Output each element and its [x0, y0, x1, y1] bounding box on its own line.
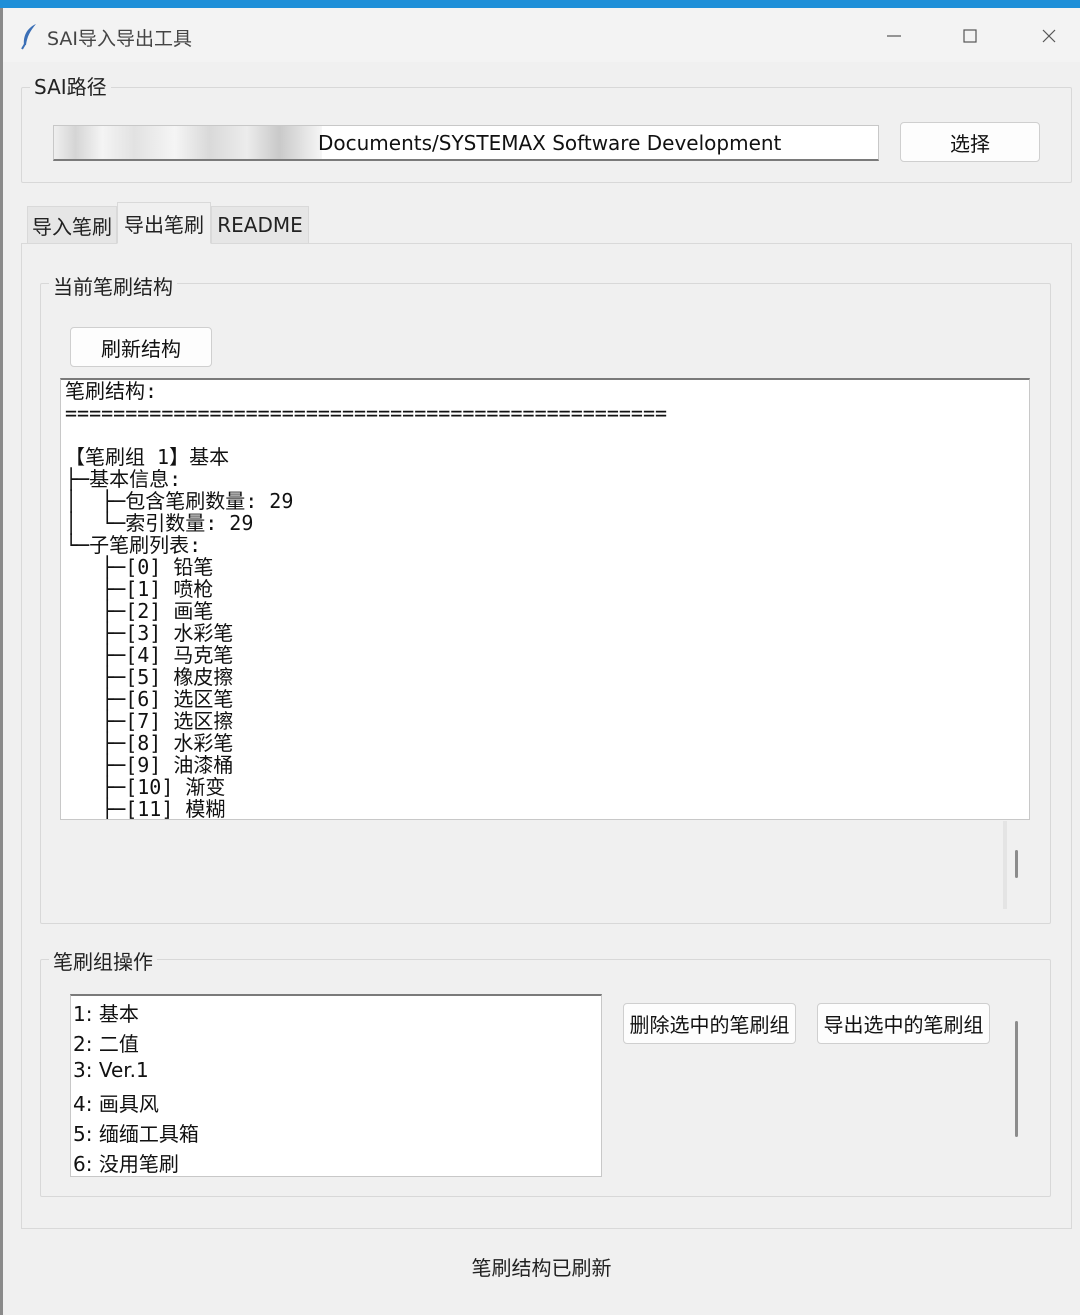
structure-line: ├─[9] 油漆桶 — [65, 753, 234, 777]
structure-line: ========================================… — [65, 401, 668, 425]
ops-scrollbar-thumb[interactable] — [1015, 1021, 1018, 1137]
structure-scrollbar-thumb[interactable] — [1015, 850, 1018, 878]
list-item[interactable]: 3: Ver.1 — [73, 1058, 149, 1082]
list-item[interactable]: 2: 二值 — [73, 1028, 139, 1057]
brush-group-listbox[interactable]: 1: 基本 2: 二值 3: Ver.1 4: 画具风 5: 缅缅工具箱 6: … — [70, 994, 602, 1177]
list-item[interactable]: 4: 画具风 — [73, 1088, 159, 1117]
list-item[interactable]: 6: 没用笔刷 — [73, 1148, 179, 1176]
structure-line: ├─[10] 渐变 — [65, 775, 226, 799]
path-group-label: SAI路径 — [30, 71, 111, 100]
structure-line: ├─[1] 喷枪 — [65, 577, 214, 601]
structure-line: 【笔刷组 1】基本 — [65, 445, 230, 469]
maximize-icon — [963, 29, 977, 43]
tab-readme[interactable]: README — [211, 206, 309, 244]
structure-line: ├─[6] 选区笔 — [65, 687, 234, 711]
structure-line: ├─[2] 画笔 — [65, 599, 214, 623]
maximize-button[interactable] — [944, 16, 996, 56]
tab-import-brushes[interactable]: 导入笔刷 — [27, 206, 117, 244]
structure-line: ├─[5] 橡皮擦 — [65, 665, 234, 689]
structure-line: │ ├─包含笔刷数量: 29 — [65, 489, 294, 513]
feather-icon — [21, 24, 36, 50]
app-window: SAI导入导出工具 SAI路径 Documents/SYSTEMAX Softw… — [3, 8, 1080, 1315]
list-item[interactable]: 5: 缅缅工具箱 — [73, 1118, 199, 1147]
structure-line: └─子笔刷列表: — [65, 533, 202, 557]
select-path-button[interactable]: 选择 — [900, 122, 1040, 162]
path-input[interactable]: Documents/SYSTEMAX Software Development — [53, 125, 879, 161]
structure-line: ├─[7] 选区擦 — [65, 709, 234, 733]
path-redaction — [54, 126, 322, 159]
minimize-icon — [887, 35, 901, 37]
minimize-button[interactable] — [868, 16, 920, 56]
tab-export-brushes[interactable]: 导出笔刷 — [117, 202, 211, 244]
list-item[interactable]: 1: 基本 — [73, 998, 139, 1027]
structure-group-label: 当前笔刷结构 — [49, 271, 177, 300]
structure-line: ├─[0] 铅笔 — [65, 555, 214, 579]
structure-scrollbar-track[interactable] — [1003, 821, 1007, 909]
structure-line: │ └─索引数量: 29 — [65, 511, 254, 535]
window-title: SAI导入导出工具 — [47, 28, 193, 50]
structure-line: ├─[4] 马克笔 — [65, 643, 234, 667]
path-input-value: Documents/SYSTEMAX Software Development — [318, 131, 782, 155]
close-button[interactable] — [1023, 16, 1075, 56]
structure-line: ├─[3] 水彩笔 — [65, 621, 234, 645]
export-selected-group-button[interactable]: 导出选中的笔刷组 — [817, 1003, 990, 1044]
status-label: 笔刷结构已刷新 — [471, 1256, 612, 1280]
ops-group-label: 笔刷组操作 — [49, 946, 157, 975]
structure-line: ├─[8] 水彩笔 — [65, 731, 234, 755]
structure-line: ├─[11] 模糊 — [65, 797, 226, 820]
refresh-structure-button[interactable]: 刷新结构 — [70, 327, 212, 367]
structure-line: ├─基本信息: — [65, 467, 182, 491]
delete-selected-group-button[interactable]: 删除选中的笔刷组 — [623, 1003, 796, 1044]
structure-line: 笔刷结构: — [65, 379, 158, 403]
taskbar-strip — [0, 0, 1080, 8]
close-icon — [1042, 29, 1056, 43]
structure-textbox[interactable]: 笔刷结构: ==================================… — [60, 378, 1030, 820]
title-bar[interactable]: SAI导入导出工具 — [3, 8, 1080, 62]
